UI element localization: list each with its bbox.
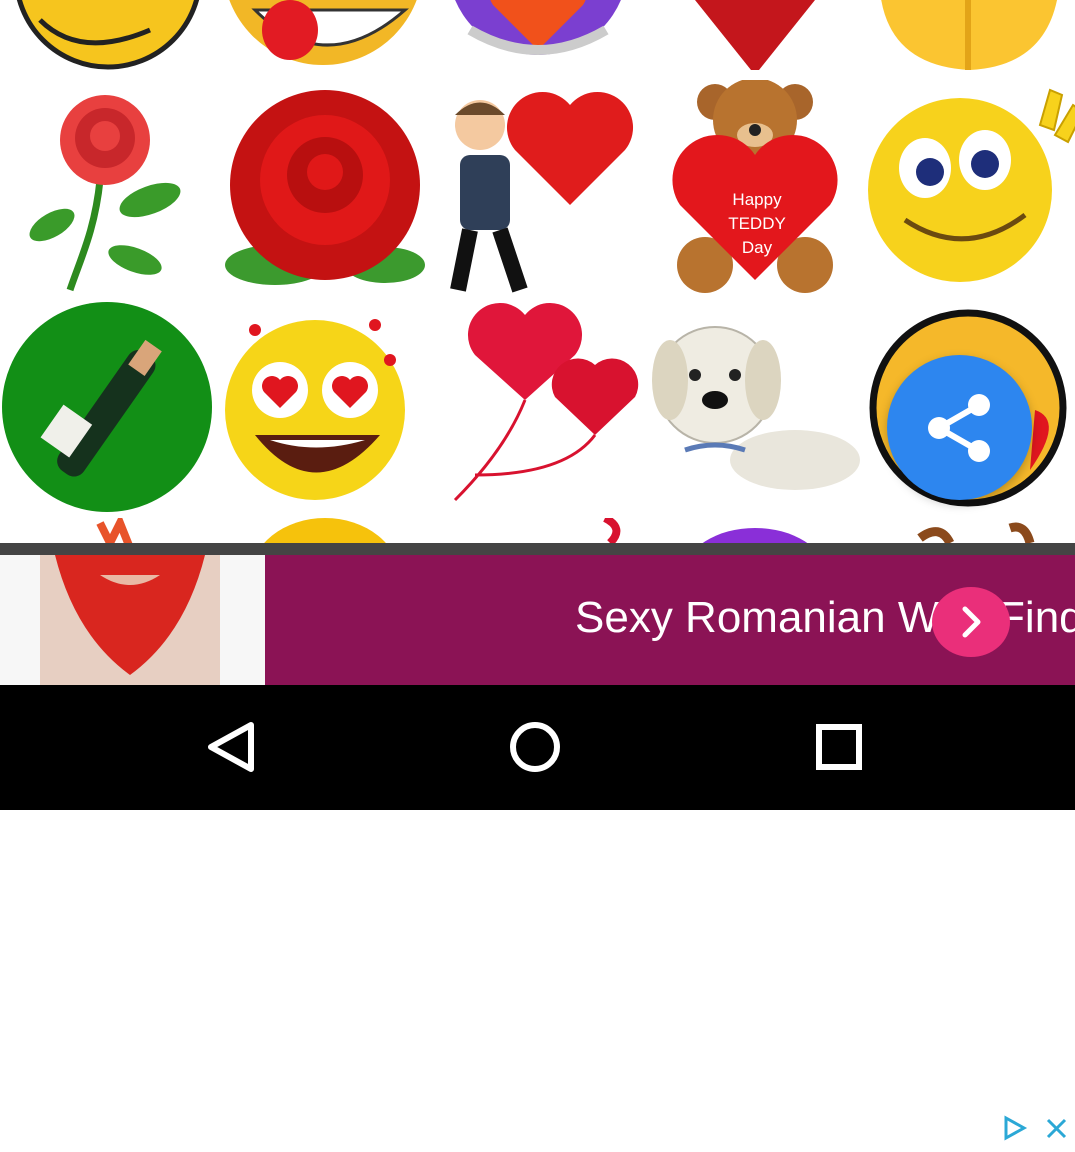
tongue-emoji-icon xyxy=(229,0,417,65)
sticker-big-red-rose[interactable] xyxy=(215,80,430,295)
sticker-heart-eyes-smiley[interactable] xyxy=(215,300,430,515)
smiley-sticker-icon xyxy=(262,518,388,545)
share-button[interactable] xyxy=(887,355,1032,500)
teddy-text-2: TEDDY xyxy=(728,214,786,233)
brown-sticker-icon xyxy=(917,522,1035,545)
ad-image[interactable] xyxy=(0,555,265,685)
close-icon xyxy=(1046,1118,1067,1139)
recents-icon xyxy=(816,724,862,770)
flame-sticker-icon xyxy=(96,518,134,545)
sticker-emoji-tongue[interactable] xyxy=(215,0,430,70)
chevron-right-icon xyxy=(962,606,981,638)
puppy-icon xyxy=(652,326,860,490)
divider xyxy=(0,543,1075,555)
rose-icon xyxy=(29,95,181,292)
peace-smiley-icon xyxy=(868,88,1075,282)
ad-photo-icon xyxy=(40,555,220,685)
ad-banner[interactable]: Sexy Romanian Wife Finder xyxy=(0,555,1075,1147)
sticker-heart-balloons[interactable] xyxy=(430,300,645,515)
teddy-text-1: Happy xyxy=(732,190,782,209)
recents-button[interactable] xyxy=(793,710,883,785)
share-icon xyxy=(928,394,990,462)
heart-icon xyxy=(695,0,815,70)
man-heart-icon xyxy=(450,91,634,293)
home-button[interactable] xyxy=(490,710,580,785)
emoji-hands-icon xyxy=(16,0,200,70)
balloons-icon xyxy=(453,302,639,502)
ad-arrow-button[interactable] xyxy=(932,587,1010,657)
ad-close-button[interactable] xyxy=(1038,1110,1075,1147)
system-navigation-bar xyxy=(0,685,1075,810)
sticker-puppy[interactable] xyxy=(645,300,860,515)
teddy-bear-icon: Happy TEDDY Day xyxy=(672,80,838,293)
sticker-man-hug-heart[interactable] xyxy=(430,80,645,295)
red-sticker-icon xyxy=(603,518,621,545)
sticker-clapping-hands[interactable] xyxy=(860,0,1075,70)
back-icon xyxy=(208,722,254,772)
sticker-grid: Happy TEDDY Day xyxy=(0,0,1075,545)
sticker-red-heart[interactable] xyxy=(645,0,860,70)
adchoices-icon xyxy=(1004,1115,1028,1141)
champagne-icon xyxy=(2,302,212,512)
sticker-teddy-heart[interactable]: Happy TEDDY Day xyxy=(645,80,860,295)
sticker-row4-5[interactable] xyxy=(860,518,1075,545)
sticker-row4-3[interactable] xyxy=(430,518,645,545)
sticker-row4-1[interactable] xyxy=(0,518,215,545)
purple-sticker-icon xyxy=(700,528,810,545)
heart-eyes-icon xyxy=(225,319,405,500)
sticker-emoji-hands[interactable] xyxy=(0,0,215,70)
rose-icon xyxy=(225,90,425,285)
sticker-peace-smiley[interactable] xyxy=(860,80,1075,295)
adchoices-button[interactable] xyxy=(996,1110,1033,1147)
sticker-row4-4[interactable] xyxy=(645,518,860,545)
home-icon xyxy=(510,722,560,772)
teddy-text-3: Day xyxy=(742,238,773,257)
sticker-heart-hands[interactable] xyxy=(430,0,645,70)
sticker-row4-2[interactable] xyxy=(215,518,430,545)
back-button[interactable] xyxy=(187,710,277,785)
sticker-red-rose[interactable] xyxy=(0,80,215,295)
heart-hands-icon xyxy=(455,0,621,55)
clapping-hands-icon xyxy=(881,0,1057,70)
sticker-champagne[interactable] xyxy=(0,300,215,515)
